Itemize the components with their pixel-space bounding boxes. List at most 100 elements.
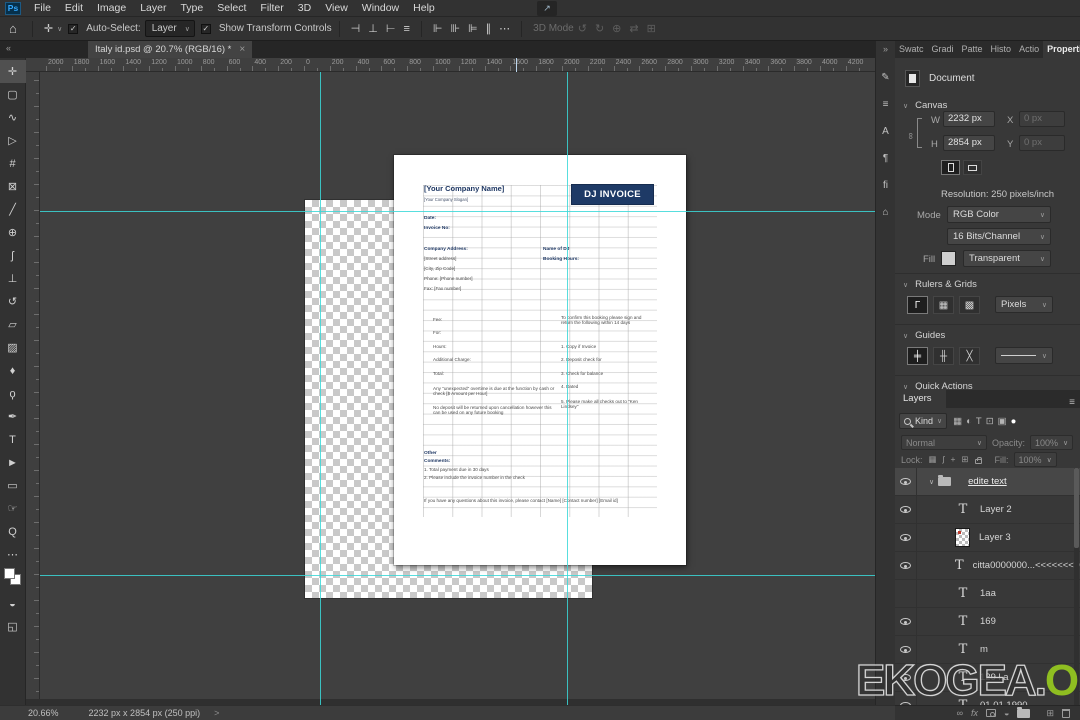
hand-tool[interactable]: ☞ xyxy=(0,497,26,520)
rulers-grids-section-header[interactable]: ∨ Rulers & Grids xyxy=(903,279,977,290)
orientation-portrait-button[interactable] xyxy=(941,160,960,175)
tab-properties[interactable]: Properties xyxy=(1043,41,1080,58)
foreground-color-swatch[interactable] xyxy=(3,568,15,579)
glyphs-panel-icon[interactable]: ﬁ xyxy=(883,180,888,191)
layer-row[interactable]: T 1aa xyxy=(895,579,1080,608)
tab-histo[interactable]: Histo xyxy=(987,41,1016,58)
tab-gradi[interactable]: Gradi xyxy=(928,41,958,58)
healing-brush-tool[interactable]: ⊕ xyxy=(0,221,26,244)
lock-artboard-icon[interactable]: ⊞ xyxy=(960,454,969,465)
filter-on-icon[interactable]: ● xyxy=(1009,416,1019,427)
clear-guides-icon[interactable]: ╳ xyxy=(959,347,980,365)
tab-patte[interactable]: Patte xyxy=(958,41,987,58)
crop-tool[interactable]: # xyxy=(0,152,26,175)
visibility-cell[interactable] xyxy=(895,551,917,580)
guides-section-header[interactable]: ∨ Guides xyxy=(903,330,945,341)
vertical-ruler[interactable] xyxy=(26,72,40,705)
height-field[interactable]: 2854 px xyxy=(943,135,995,151)
eye-icon[interactable] xyxy=(900,562,911,569)
brush-tool[interactable]: ʃ xyxy=(0,244,26,267)
menu-select[interactable]: Select xyxy=(210,0,253,17)
brush-settings-panel-icon[interactable]: ≡ xyxy=(883,99,889,110)
toggle-rulers-icon[interactable]: Γ xyxy=(907,296,928,314)
menu-window[interactable]: Window xyxy=(355,0,406,17)
lock-all-icon[interactable] xyxy=(974,456,982,464)
menu-image[interactable]: Image xyxy=(90,0,133,17)
move-tool-icon[interactable]: ✛ xyxy=(40,22,57,35)
layer-name[interactable]: edite text xyxy=(968,476,1007,487)
distribute-h-icon[interactable]: ∥ xyxy=(482,23,496,35)
layer-style-icon[interactable]: fx xyxy=(971,708,978,718)
mode-dropdown[interactable]: RGB Color ∨ xyxy=(947,206,1051,223)
chevron-down-icon[interactable]: ∨ xyxy=(57,25,62,33)
menu-help[interactable]: Help xyxy=(406,0,442,17)
layer-name[interactable]: Layer 3 xyxy=(979,532,1011,543)
lasso-tool[interactable]: ∿ xyxy=(0,106,26,129)
menu-3d[interactable]: 3D xyxy=(291,0,318,17)
guide-style-dropdown[interactable]: ∨ xyxy=(995,347,1053,364)
filter-pixel-layers-icon[interactable]: ▦ xyxy=(951,416,964,427)
new-group-icon[interactable] xyxy=(1017,706,1031,718)
menu-filter[interactable]: Filter xyxy=(253,0,290,17)
guide-vertical-1[interactable] xyxy=(320,72,321,705)
libraries-panel-icon[interactable]: ⌂ xyxy=(882,207,888,218)
layer-row[interactable]: Layer 3 xyxy=(895,523,1080,552)
eye-icon[interactable] xyxy=(900,618,911,625)
bit-depth-dropdown[interactable]: 16 Bits/Channel ∨ xyxy=(947,228,1051,245)
ruler-units-dropdown[interactable]: Pixels ∨ xyxy=(995,296,1053,313)
frame-tool[interactable]: ⊠ xyxy=(0,175,26,198)
visibility-cell[interactable] xyxy=(895,523,917,552)
lock-transparency-icon[interactable]: ▦ xyxy=(928,454,938,465)
fill-color-swatch[interactable] xyxy=(941,251,956,266)
move-tool[interactable]: ✛ xyxy=(0,60,26,83)
guide-vertical-2[interactable] xyxy=(567,72,568,705)
menu-file[interactable]: File xyxy=(27,0,58,17)
toggle-pixel-grid-icon[interactable]: ▩ xyxy=(959,296,980,314)
orientation-landscape-button[interactable] xyxy=(963,160,982,175)
layer-name[interactable]: 1aa xyxy=(980,588,996,599)
layer-row[interactable]: Tcitta0000000...<<<<<<<<0 d xyxy=(895,551,1080,580)
collapse-panels-icon[interactable]: « xyxy=(6,43,11,53)
layer-filter-kind-dropdown[interactable]: Kind ∨ xyxy=(899,413,948,429)
horizontal-ruler[interactable]: 2000 1800 1600 1400 1200 1000 800 600 400 200 0 200… xyxy=(26,58,875,72)
layer-name[interactable]: citta0000000...<<<<<<<<0 d xyxy=(973,560,1080,571)
chevron-down-icon[interactable]: ∨ xyxy=(929,478,934,486)
blend-mode-dropdown[interactable]: Normal ∨ xyxy=(901,435,987,450)
filter-type-layers-icon[interactable]: T xyxy=(974,416,984,427)
dodge-tool[interactable]: ϙ xyxy=(0,382,26,405)
guide-horizontal-1[interactable] xyxy=(40,211,875,212)
quick-mask[interactable]: ◒ xyxy=(0,592,26,615)
visibility-cell[interactable] xyxy=(895,579,917,608)
filter-smart-objects-icon[interactable]: ▣ xyxy=(996,416,1009,427)
eye-icon[interactable] xyxy=(900,506,911,513)
3d-roll-icon[interactable]: ↻ xyxy=(591,23,608,35)
distribute-middle-icon[interactable]: ⊪ xyxy=(446,23,464,35)
more-options-icon[interactable]: ⋯ xyxy=(495,22,514,35)
distribute-bottom-icon[interactable]: ⊫ xyxy=(464,23,482,35)
canvas-section-header[interactable]: ∨ Canvas xyxy=(903,100,947,111)
layer-row[interactable]: ∨ edite text xyxy=(895,468,1080,496)
fill-dropdown[interactable]: Transparent ∨ xyxy=(963,250,1051,267)
lock-position-icon[interactable]: + xyxy=(949,454,956,465)
layer-name[interactable]: Layer 2 xyxy=(980,504,1012,515)
zoom-tool[interactable]: Q xyxy=(0,520,26,543)
invoice-page[interactable]: DJ INVOICE [Your Company Name] [Your Comp… xyxy=(394,155,686,565)
align-left-icon[interactable]: ⊣ xyxy=(347,23,365,35)
eye-icon[interactable] xyxy=(900,534,911,541)
tab-layers[interactable]: Layers xyxy=(895,390,946,408)
type-tool[interactable]: T xyxy=(0,428,26,451)
color-swatches[interactable] xyxy=(0,566,26,592)
pen-tool[interactable]: ✒ xyxy=(0,405,26,428)
auto-select-target-dropdown[interactable]: Layer ∨ xyxy=(144,20,195,37)
edit-toolbar[interactable]: ⋯ xyxy=(0,543,26,566)
delete-layer-icon[interactable] xyxy=(1062,708,1070,718)
3d-slide-icon[interactable]: ⇄ xyxy=(625,23,642,35)
link-dimensions-icon[interactable]: ∞ xyxy=(906,133,916,139)
adjustment-layer-icon[interactable]: ◒ xyxy=(1004,708,1009,718)
path-selection-tool[interactable]: ► xyxy=(0,451,26,474)
3d-orbit-icon[interactable]: ↺ xyxy=(574,23,591,35)
layer-mask-icon[interactable] xyxy=(986,709,997,717)
lock-pixels-icon[interactable]: ʃ xyxy=(942,454,946,465)
align-edges-icon[interactable]: ≡ xyxy=(399,23,413,35)
distribute-top-icon[interactable]: ⊩ xyxy=(429,23,447,35)
